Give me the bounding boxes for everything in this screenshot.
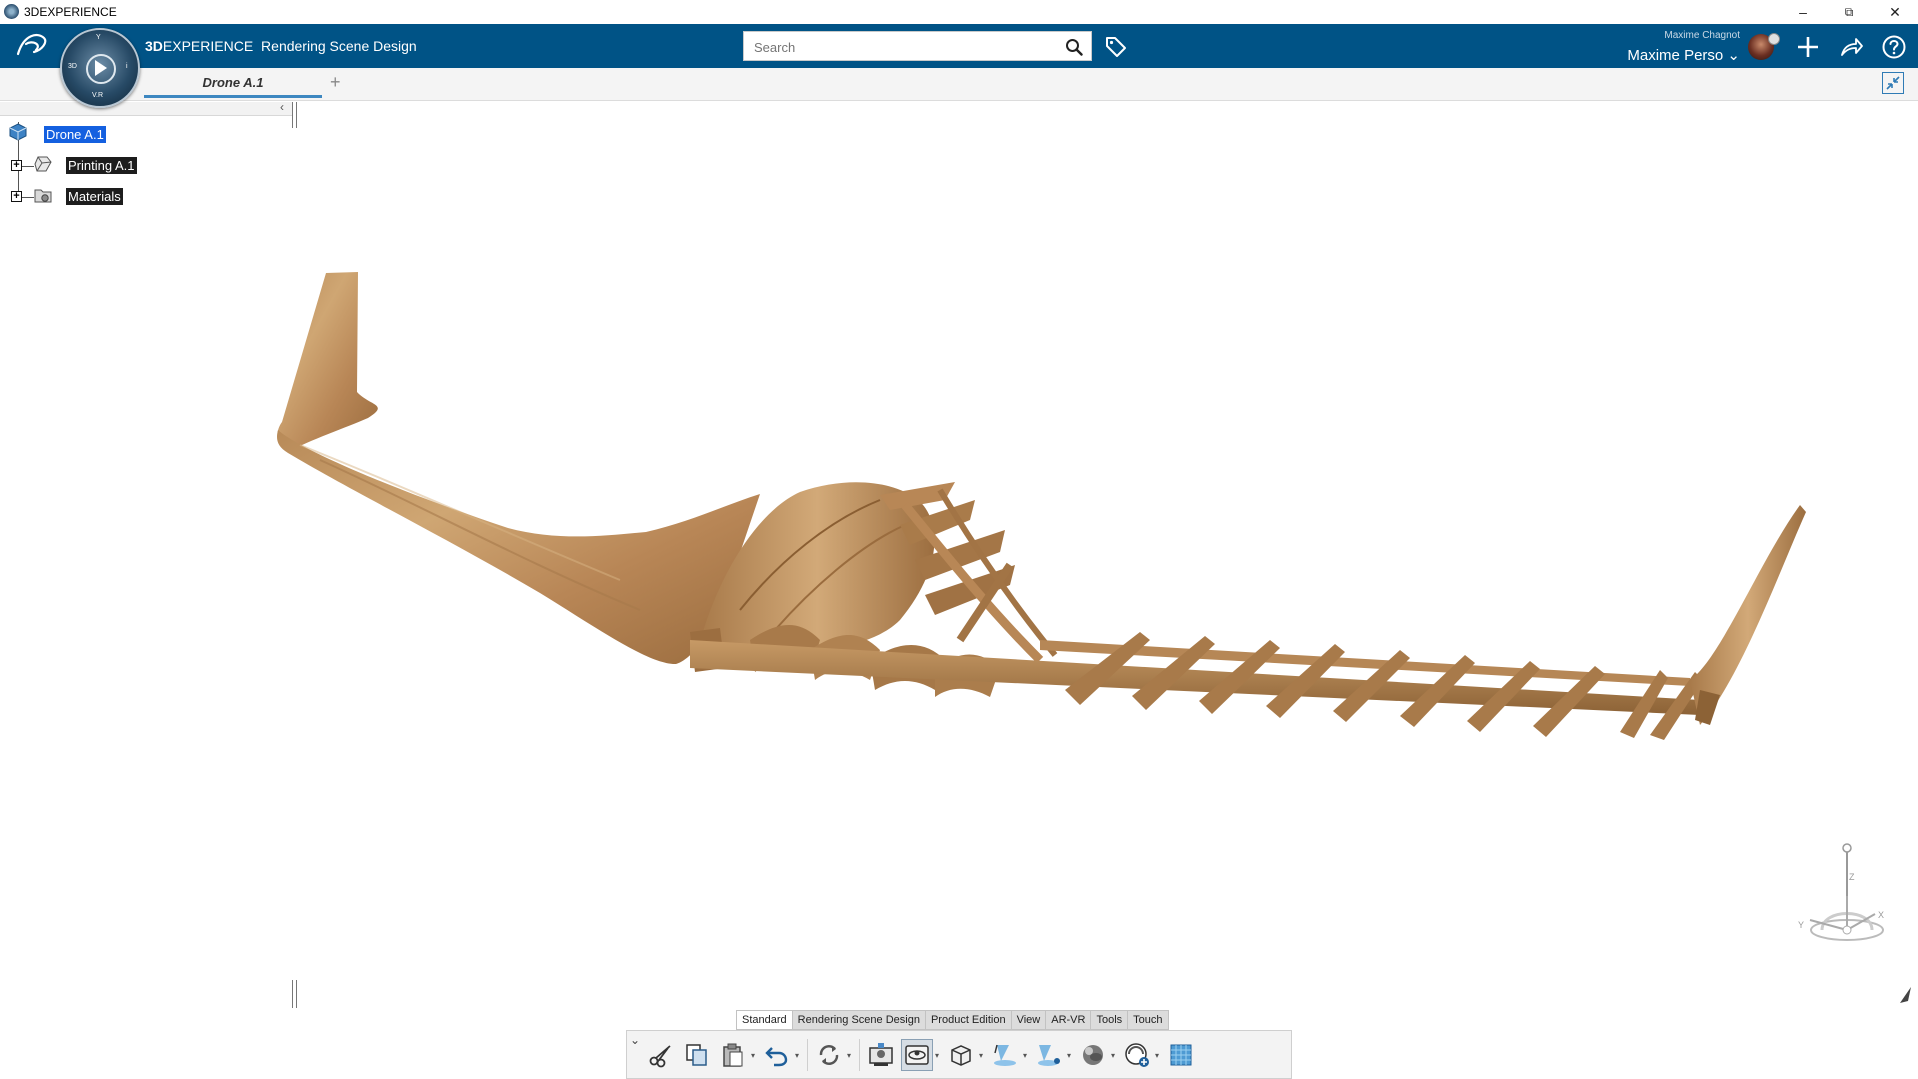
tab-drone-a1[interactable]: Drone A.1 (144, 68, 322, 98)
spotlight-icon[interactable] (1033, 1039, 1065, 1071)
compass-label-bottom: V.R (92, 92, 104, 99)
environment-icon[interactable] (901, 1039, 933, 1071)
search-box[interactable] (743, 31, 1092, 61)
user-profile-menu[interactable]: Maxime Perso ⌄ (1600, 46, 1740, 64)
action-bar: ⌄ ▾ ▾ ▾ ▾ ▾ ▾ ▾ ▾ ▾ (626, 1030, 1292, 1079)
axis-label-y: Y (1798, 920, 1804, 930)
spotlight-dropdown-icon[interactable]: ▾ (1067, 1051, 1071, 1060)
action-bar-sections: Standard Rendering Scene Design Product … (736, 1010, 1169, 1030)
box-dropdown-icon[interactable]: ▾ (979, 1051, 983, 1060)
search-input[interactable] (752, 33, 1056, 61)
collapse-arrows-icon (1886, 76, 1900, 90)
render-icon[interactable] (865, 1039, 897, 1071)
add-tab-button[interactable]: + (330, 72, 341, 93)
update-icon[interactable] (813, 1039, 845, 1071)
paste-dropdown-icon[interactable]: ▾ (751, 1051, 755, 1060)
cut-icon[interactable] (645, 1039, 677, 1071)
drone-model[interactable] (277, 272, 1806, 740)
minimize-button[interactable]: – (1780, 0, 1826, 24)
material-icon[interactable] (1077, 1039, 1109, 1071)
pointer-icon (1900, 987, 1911, 1003)
brand-3d: 3D (145, 38, 163, 54)
section-tab-ar-vr[interactable]: AR-VR (1046, 1010, 1092, 1030)
box-icon[interactable] (945, 1039, 977, 1071)
appearance-dropdown-icon[interactable]: ▾ (1155, 1051, 1159, 1060)
search-icon[interactable] (1065, 38, 1083, 56)
chevron-down-icon: ⌄ (1727, 47, 1740, 64)
section-tab-tools[interactable]: Tools (1091, 1010, 1129, 1030)
window-title-bar: 3DEXPERIENCE – ⧉ ✕ (0, 0, 1918, 25)
app-logo-icon (4, 4, 19, 19)
brand-experience: EXPERIENCE (162, 38, 254, 54)
plus-icon[interactable] (1795, 34, 1821, 60)
tag-icon[interactable] (1104, 35, 1128, 59)
app-name: Rendering Scene Design (261, 38, 417, 54)
compass-label-left: 3D (68, 63, 77, 70)
expand-action-bar-icon[interactable]: ⌄ (630, 1033, 640, 1047)
compass-label-top: Y (96, 34, 101, 41)
user-name: Maxime Perso (1627, 47, 1724, 64)
close-button[interactable]: ✕ (1872, 0, 1918, 24)
3d-viewport[interactable] (0, 115, 1918, 1015)
section-tab-product-edition[interactable]: Product Edition (925, 1010, 1012, 1030)
undo-dropdown-icon[interactable]: ▾ (795, 1051, 799, 1060)
add-appearance-icon[interactable] (1121, 1039, 1153, 1071)
section-tab-standard[interactable]: Standard (736, 1010, 793, 1030)
update-dropdown-icon[interactable]: ▾ (847, 1051, 851, 1060)
restore-button[interactable]: ⧉ (1826, 0, 1872, 24)
tree-header-bar: ‹ (0, 100, 292, 116)
play-icon (95, 60, 107, 76)
copy-icon[interactable] (681, 1039, 713, 1071)
axis-label-x: X (1878, 910, 1884, 920)
environment-dropdown-icon[interactable]: ▾ (935, 1051, 939, 1060)
compass-widget[interactable]: Y 3D V.R i (60, 28, 140, 108)
share-icon[interactable] (1838, 34, 1864, 60)
orientation-compass[interactable]: Z X Y (1770, 838, 1890, 958)
help-icon[interactable] (1881, 34, 1907, 60)
material-dropdown-icon[interactable]: ▾ (1111, 1051, 1115, 1060)
presence-status-icon (1768, 33, 1780, 45)
section-tab-view[interactable]: View (1011, 1010, 1047, 1030)
light-dropdown-icon[interactable]: ▾ (1023, 1051, 1027, 1060)
paste-icon[interactable] (717, 1039, 749, 1071)
user-account-name: Maxime Chagnot (1664, 30, 1740, 41)
light-icon[interactable] (989, 1039, 1021, 1071)
undo-icon[interactable] (761, 1039, 793, 1071)
texture-icon[interactable] (1165, 1039, 1197, 1071)
section-tab-touch[interactable]: Touch (1128, 1010, 1169, 1030)
window-title: 3DEXPERIENCE (24, 5, 117, 19)
compass-label-right: i (126, 63, 128, 70)
collapse-tree-icon[interactable]: ‹ (280, 100, 284, 114)
collapse-view-button[interactable] (1882, 72, 1904, 94)
ds-brand-logo-icon[interactable] (14, 30, 50, 60)
section-tab-rendering-scene-design[interactable]: Rendering Scene Design (792, 1010, 926, 1030)
axis-label-z: Z (1849, 872, 1855, 882)
app-title: 3DEXPERIENCE Rendering Scene Design (145, 38, 417, 54)
